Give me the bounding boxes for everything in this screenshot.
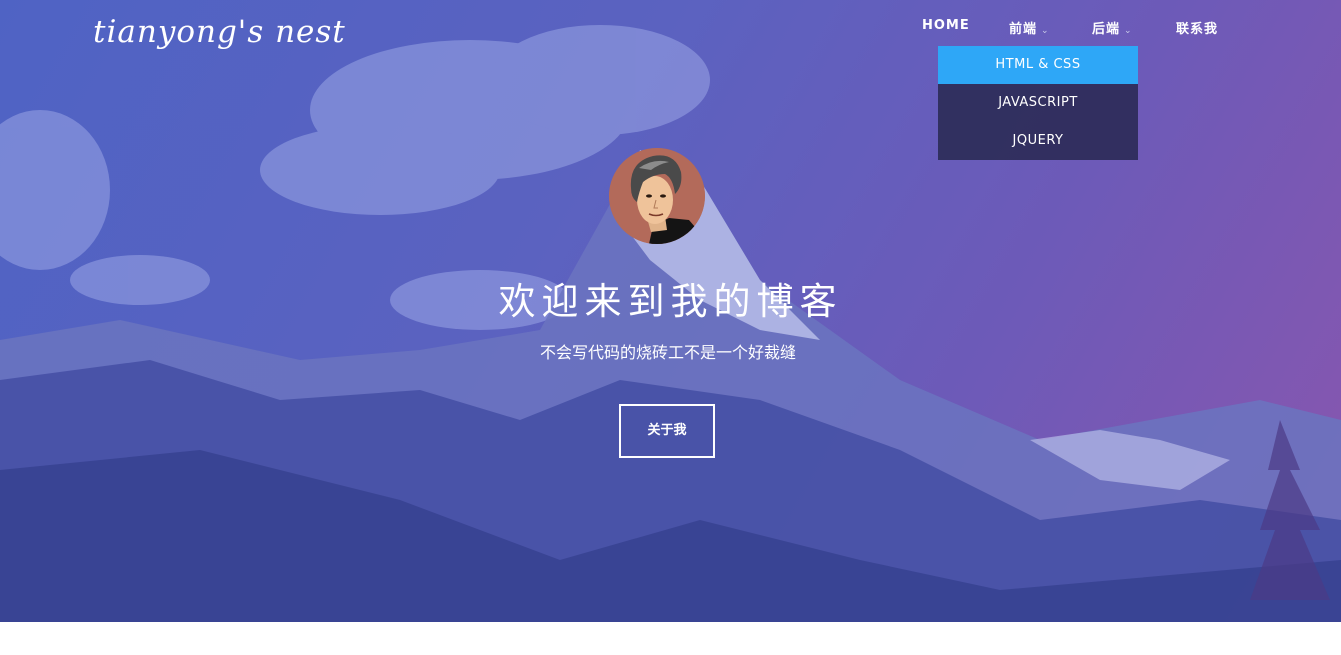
dropdown-item-html-css[interactable]: HTML & CSS	[938, 46, 1138, 84]
nav-item-label: 前端	[1009, 22, 1038, 37]
nav-item-contact[interactable]: 联系我	[1176, 18, 1218, 37]
frontend-dropdown-menu: HTML & CSS JAVASCRIPT JQUERY	[938, 46, 1138, 160]
nav-item-home[interactable]: HOME	[922, 18, 970, 33]
main-nav: HOME 前端 ⌄ 后端 ⌄ 联系我	[0, 18, 1341, 38]
nav-item-label: 联系我	[1176, 22, 1219, 37]
page-title: 欢迎来到我的博客	[498, 280, 843, 323]
nav-item-backend[interactable]: 后端 ⌄	[1092, 18, 1133, 37]
nav-item-label: 后端	[1092, 22, 1121, 37]
chevron-down-icon: ⌄	[1124, 26, 1133, 36]
nav-item-frontend[interactable]: 前端 ⌄	[1009, 18, 1050, 37]
dropdown-item-javascript[interactable]: JAVASCRIPT	[938, 84, 1138, 122]
hero-banner: tianyong's nest HOME 前端 ⌄ 后端 ⌄ 联系我 HTML & …	[0, 0, 1341, 622]
about-me-button[interactable]: 关于我	[619, 404, 715, 458]
avatar-portrait-image	[609, 148, 705, 244]
nav-item-label: HOME	[922, 18, 970, 33]
chevron-down-icon: ⌄	[1041, 26, 1050, 36]
dropdown-item-jquery[interactable]: JQUERY	[938, 122, 1138, 160]
page-subtitle: 不会写代码的烧砖工不是一个好裁缝	[539, 343, 796, 362]
avatar	[609, 148, 705, 244]
